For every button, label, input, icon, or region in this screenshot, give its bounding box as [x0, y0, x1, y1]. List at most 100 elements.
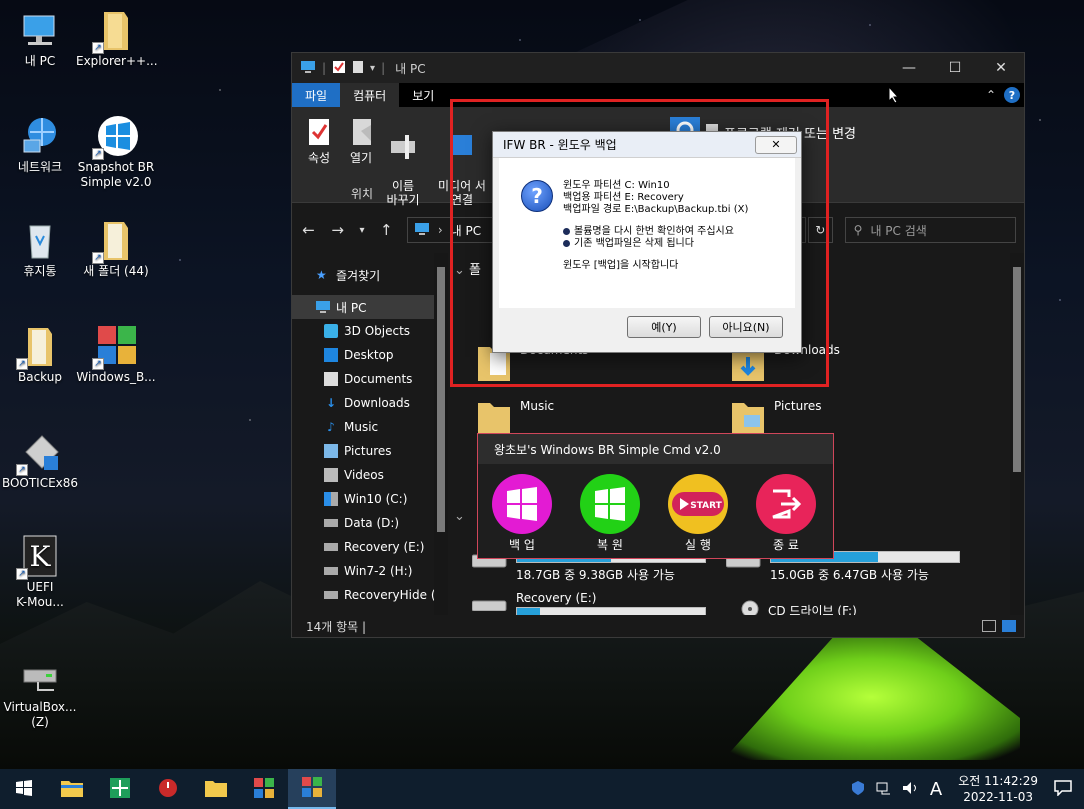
dialog-titlebar[interactable]: IFW BR - 윈도우 백업 ✕: [493, 132, 801, 158]
titlebar-separator: |: [322, 61, 327, 75]
nav-quick-access[interactable]: ★ 즐겨찾기: [292, 263, 434, 287]
nav-item-3d-objects[interactable]: 3D Objects: [292, 319, 434, 343]
no-button[interactable]: 아니요(N): [709, 316, 783, 338]
backup-button[interactable]: 백 업: [492, 474, 552, 553]
nav-item-data-d[interactable]: Data (D:): [292, 511, 434, 535]
shortcut-arrow-icon: ↗: [16, 464, 28, 476]
desktop-icon-network[interactable]: 네트워크: [0, 114, 80, 175]
window-title: 내 PC: [395, 61, 426, 76]
windows-start-icon: [16, 779, 32, 799]
drive-f[interactable]: CD 드라이브 (F:): [740, 599, 990, 615]
nav-item-desktop[interactable]: Desktop: [292, 343, 434, 367]
content-scrollbar-thumb[interactable]: [1013, 267, 1021, 472]
status-bar: 14개 항목 |: [292, 615, 1024, 637]
nav-item-music[interactable]: ♪ Music: [292, 415, 434, 439]
nav-item-recoveryhide-i[interactable]: RecoveryHide (I:: [292, 583, 434, 607]
3d-objects-icon: [324, 324, 338, 338]
up-arrow-icon[interactable]: ↑: [378, 221, 395, 239]
shield-tray-icon[interactable]: [850, 780, 866, 799]
desktop-icon-virtualbox[interactable]: VirtualBox... (Z): [0, 654, 80, 730]
colored-tiles-icon: ↗: [92, 324, 138, 370]
minimize-icon[interactable]: —: [886, 53, 932, 83]
nav-item-recovery-e[interactable]: Recovery (E:): [292, 535, 434, 559]
large-icons-view-icon[interactable]: [1002, 620, 1016, 632]
dialog-close-icon[interactable]: ✕: [755, 135, 797, 154]
desktop-icon-kmouse[interactable]: K ↗ UEFI K-Mou...: [0, 534, 80, 610]
desktop-icon-explorerpp[interactable]: ↗ Explorer++...: [76, 8, 158, 69]
nav-scrollbar-thumb[interactable]: [437, 267, 445, 532]
music-note-icon: ♪: [327, 420, 335, 434]
nav-item-pictures[interactable]: Pictures: [292, 439, 434, 463]
nav-item-win10-c[interactable]: Win10 (C:): [292, 487, 434, 511]
recent-dropdown-icon[interactable]: ▾: [358, 225, 366, 236]
folder-icon: [205, 779, 227, 800]
start-button[interactable]: [0, 769, 48, 809]
forward-arrow-icon[interactable]: →: [329, 221, 346, 239]
ime-indicator[interactable]: A: [930, 779, 942, 800]
network-icon: [18, 114, 62, 158]
details-view-icon[interactable]: [982, 620, 996, 632]
explorer-titlebar[interactable]: | ▾ | 내 PC — ☐ ✕: [292, 53, 1024, 83]
taskbar-app-red[interactable]: [144, 769, 192, 809]
nav-item-documents[interactable]: Documents: [292, 367, 434, 391]
taskbar-file-explorer[interactable]: [48, 769, 96, 809]
star-icon: ★: [316, 268, 327, 282]
system-tray: A 오전 11:42:29 2022-11-03: [850, 773, 1084, 805]
clock[interactable]: 오전 11:42:29 2022-11-03: [958, 773, 1038, 805]
folder-icon: ↗: [16, 324, 62, 370]
taskbar-windows-br-active[interactable]: [288, 769, 336, 809]
back-arrow-icon[interactable]: ←: [300, 221, 317, 239]
shortcut-arrow-icon: ↗: [16, 568, 28, 580]
desktop-icon-backup[interactable]: ↗ Backup: [0, 324, 80, 385]
collapse-ribbon-icon[interactable]: ⌃: [986, 88, 996, 102]
quick-access-dropdown-icon[interactable]: ▾: [370, 63, 375, 74]
tab-computer[interactable]: 컴퓨터: [340, 83, 400, 107]
desktop-icon-bootice[interactable]: ↗ BOOTICEx86: [0, 430, 80, 491]
new-folder-quick-icon[interactable]: [352, 60, 364, 77]
simple-cmd-panel[interactable]: 왕초보's Windows BR Simple Cmd v2.0 백 업 복 원…: [477, 433, 834, 559]
backup-confirm-dialog[interactable]: IFW BR - 윈도우 백업 ✕ ? 윈도우 파티션 C: Win10 백업용…: [492, 131, 802, 353]
drive-e[interactable]: Recovery (E:): [471, 591, 722, 615]
tab-file[interactable]: 파일: [292, 83, 341, 107]
folder-shortcut-icon: ↗: [92, 8, 138, 54]
nav-item-downloads[interactable]: ↓ Downloads: [292, 391, 434, 415]
maximize-icon[interactable]: ☐: [932, 53, 978, 83]
drives-section-header[interactable]: ⌄: [454, 509, 465, 524]
properties-quick-icon[interactable]: [332, 60, 346, 77]
close-icon[interactable]: ✕: [978, 53, 1024, 83]
run-button[interactable]: START 실 행: [668, 474, 728, 553]
yes-button[interactable]: 예(Y): [627, 316, 701, 338]
nav-item-win7-h[interactable]: Win7-2 (H:): [292, 559, 434, 583]
exit-button[interactable]: 종 료: [756, 474, 816, 553]
nav-this-pc[interactable]: 내 PC: [292, 295, 434, 319]
desktop-icon-snapshot-br[interactable]: ↗ Snapshot BR Simple v2.0: [76, 114, 156, 190]
computer-icon: [414, 222, 430, 239]
hard-drive-icon: [471, 591, 508, 614]
taskbar-windows-br[interactable]: [240, 769, 288, 809]
search-input[interactable]: ⚲ 내 PC 검색: [844, 217, 1016, 243]
notification-icon[interactable]: [1054, 779, 1072, 799]
desktop-icon-new-folder[interactable]: ↗ 새 폴더 (44): [76, 218, 156, 279]
desktop-icon-recycle-bin[interactable]: 휴지통: [0, 218, 80, 279]
k-letter-icon: K ↗: [16, 534, 62, 580]
shortcut-arrow-icon: ↗: [16, 358, 28, 370]
taskbar-folder[interactable]: [192, 769, 240, 809]
network-tray-icon[interactable]: [876, 780, 892, 799]
nav-item-videos[interactable]: Videos: [292, 463, 434, 487]
documents-icon: [324, 372, 338, 386]
volume-tray-icon[interactable]: [902, 780, 920, 799]
taskbar-app-green[interactable]: [96, 769, 144, 809]
bullet-icon: [563, 227, 570, 235]
ribbon-group-location: 위치: [350, 187, 374, 201]
properties-button[interactable]: 속성: [296, 117, 342, 165]
download-arrow-icon: ↓: [325, 396, 337, 410]
restore-button[interactable]: 복 원: [580, 474, 640, 553]
content-scrollbar[interactable]: [1010, 253, 1024, 615]
system-drive-icon: [324, 492, 338, 506]
tab-view[interactable]: 보기: [399, 83, 447, 107]
help-icon[interactable]: ?: [1004, 87, 1020, 103]
nav-scrollbar[interactable]: [434, 253, 448, 615]
desktop-icon-windows-b[interactable]: ↗ Windows_B...: [76, 324, 156, 385]
desktop-icon-this-pc[interactable]: 내 PC: [0, 8, 80, 69]
open-button[interactable]: 열기: [338, 117, 384, 165]
